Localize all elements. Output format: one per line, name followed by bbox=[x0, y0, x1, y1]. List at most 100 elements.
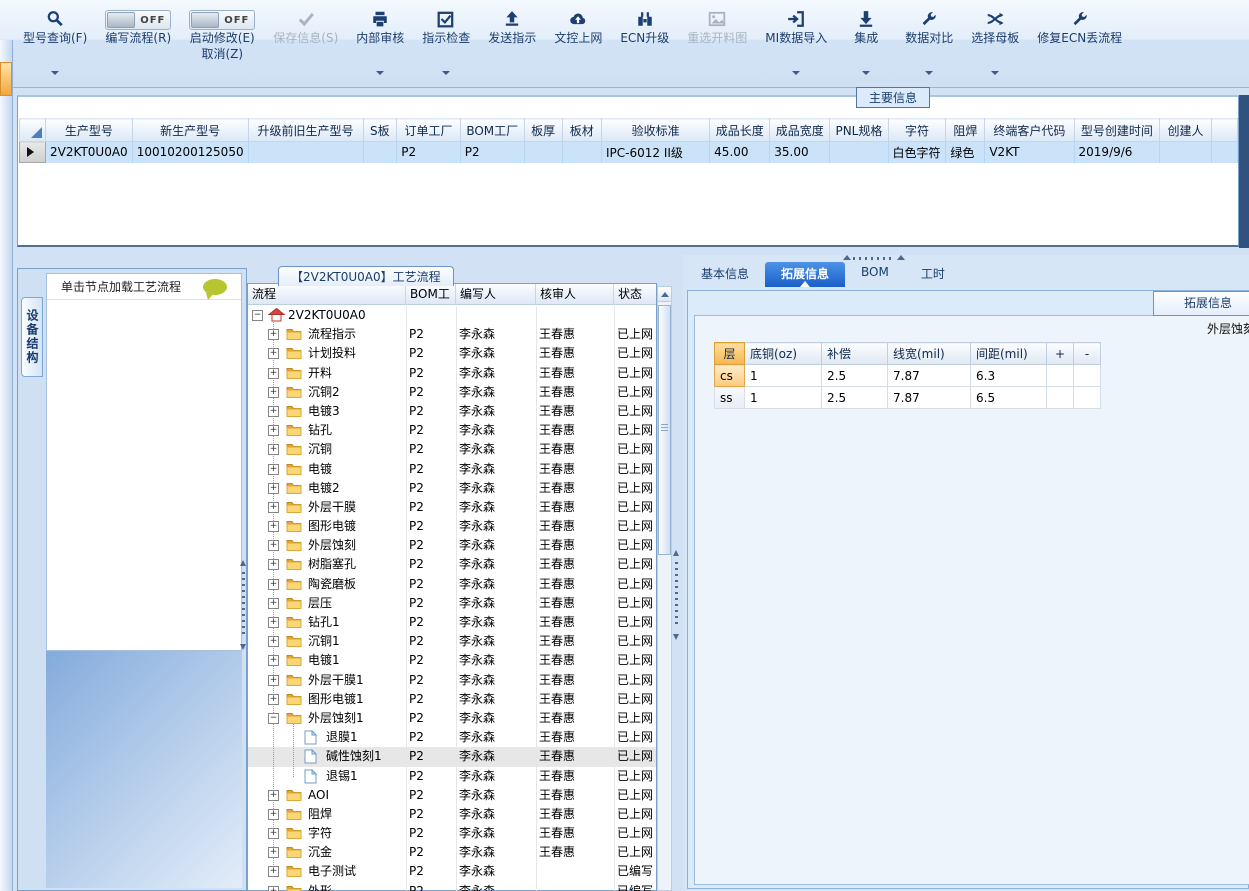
toggle-start-modify[interactable]: OFF bbox=[189, 10, 256, 30]
splitter-top[interactable] bbox=[843, 255, 905, 261]
tree-row[interactable]: + 计划投料 P2 李永森 王春惠 已上网 bbox=[248, 344, 656, 363]
expand-icon[interactable]: + bbox=[268, 386, 279, 398]
cell[interactable]: 7.87 bbox=[887, 364, 971, 387]
expand-icon[interactable]: + bbox=[268, 463, 279, 475]
expand-icon[interactable]: + bbox=[268, 425, 279, 437]
toolbar-button-start-modify[interactable]: OFF 启动修改(E) 取消(Z) bbox=[182, 4, 262, 85]
tree-row[interactable]: + 树脂塞孔 P2 李永森 王春惠 已上网 bbox=[248, 555, 656, 574]
dropdown-arrow-icon[interactable] bbox=[792, 71, 801, 75]
cell[interactable] bbox=[1159, 141, 1212, 163]
column-header[interactable]: PNL规格 bbox=[829, 118, 889, 142]
column-header[interactable]: 升级前旧生产型号 bbox=[247, 118, 364, 142]
tree-row[interactable]: + 外层干膜1 P2 李永森 王春惠 已上网 bbox=[248, 671, 656, 690]
expand-icon[interactable]: + bbox=[268, 405, 279, 417]
tree-column-header[interactable]: 流程 bbox=[248, 284, 406, 305]
layer-cell[interactable]: cs bbox=[714, 364, 745, 387]
tree-node-label[interactable]: 电镀2 bbox=[308, 480, 340, 497]
column-header[interactable]: 型号创建时间 bbox=[1073, 118, 1161, 142]
expand-icon[interactable]: + bbox=[268, 540, 279, 552]
toolbar-button-fix-ecn[interactable]: 修复ECN丢流程 bbox=[1030, 4, 1129, 85]
column-header[interactable]: 字符 bbox=[887, 118, 947, 142]
cell[interactable]: V2KT bbox=[984, 141, 1075, 163]
select-all-cell[interactable] bbox=[18, 118, 47, 142]
column-header[interactable]: 阻焊 bbox=[945, 118, 986, 142]
tab-工时[interactable]: 工时 bbox=[905, 262, 961, 287]
cell[interactable] bbox=[248, 141, 364, 163]
tree-row[interactable]: + 电镀 P2 李永森 王春惠 已上网 bbox=[248, 460, 656, 479]
tree-node-label[interactable]: 电镀 bbox=[308, 461, 332, 478]
docked-sidebar-strip[interactable] bbox=[0, 40, 13, 891]
expand-icon[interactable]: + bbox=[268, 348, 279, 360]
dropdown-arrow-icon[interactable] bbox=[442, 71, 451, 75]
collapse-icon[interactable]: − bbox=[268, 712, 279, 724]
toolbar-button-model-query[interactable]: 型号查询(F) bbox=[16, 4, 94, 85]
side-tab-extended-info[interactable]: 拓展信息 bbox=[1153, 291, 1249, 316]
toolbar-button-ecn-upgrade[interactable]: ECN升级 bbox=[613, 4, 676, 85]
tree-node-label[interactable]: 沉铜2 bbox=[308, 384, 340, 401]
tree-row[interactable]: + 开料 P2 李永森 王春惠 已上网 bbox=[248, 364, 656, 383]
tree-row[interactable]: + 层压 P2 李永森 王春惠 已上网 bbox=[248, 594, 656, 613]
tree-row[interactable]: + 图形电镀 P2 李永森 王春惠 已上网 bbox=[248, 517, 656, 536]
expand-icon[interactable]: + bbox=[268, 329, 279, 341]
cell[interactable]: 6.5 bbox=[970, 386, 1047, 409]
tree-row[interactable]: + 电镀3 P2 李永森 王春惠 已上网 bbox=[248, 402, 656, 421]
toolbar-button-doc-upload[interactable]: 文控上网 bbox=[547, 4, 609, 85]
toolbar-button-send-instruction[interactable]: 发送指示 bbox=[481, 4, 543, 85]
tree-node-label[interactable]: AOI bbox=[308, 787, 329, 804]
expand-icon[interactable]: + bbox=[268, 367, 279, 379]
layer-cell[interactable]: ss bbox=[714, 386, 745, 409]
tree-row[interactable]: + 字符 P2 李永森 王春惠 已上网 bbox=[248, 824, 656, 843]
expand-icon[interactable]: + bbox=[268, 636, 279, 648]
toolbar-button-mi-import[interactable]: MI数据导入 bbox=[758, 4, 834, 85]
tree-column-header[interactable]: 核审人 bbox=[536, 284, 614, 305]
column-header[interactable]: 新生产型号 bbox=[131, 118, 249, 142]
tree-node-label[interactable]: 钻孔 bbox=[308, 422, 332, 439]
tree-row[interactable]: 退锡1 P2 李永森 王春惠 已上网 bbox=[248, 767, 656, 786]
column-header[interactable]: 验收标准 bbox=[601, 118, 711, 142]
tree-node-label[interactable]: 开料 bbox=[308, 365, 332, 382]
tree-node-label[interactable]: 电镀3 bbox=[308, 403, 340, 420]
tree-row[interactable]: + 沉铜1 P2 李永森 王春惠 已上网 bbox=[248, 632, 656, 651]
flow-tree-scrollbar[interactable] bbox=[657, 286, 672, 891]
expand-icon[interactable]: + bbox=[268, 482, 279, 494]
cell[interactable] bbox=[1046, 386, 1074, 409]
column-header[interactable]: 板厚 bbox=[523, 118, 563, 142]
column-header[interactable]: S板 bbox=[362, 118, 398, 142]
tree-row[interactable]: + 外层干膜 P2 李永森 王春惠 已上网 bbox=[248, 498, 656, 517]
tree-node-label[interactable]: 流程指示 bbox=[308, 326, 356, 343]
splitter-left[interactable] bbox=[240, 560, 247, 650]
expand-icon[interactable]: + bbox=[268, 521, 279, 533]
tree-node-label[interactable]: 外形 bbox=[308, 883, 332, 891]
tree-node-label[interactable]: 钻孔1 bbox=[308, 614, 340, 631]
tab-BOM[interactable]: BOM bbox=[845, 262, 905, 287]
column-header[interactable]: 订单工厂 bbox=[396, 118, 461, 142]
expand-icon[interactable]: + bbox=[268, 808, 279, 820]
tree-column-header[interactable]: BOM工厂 bbox=[406, 284, 456, 305]
tree-row[interactable]: + 钻孔 P2 李永森 王春惠 已上网 bbox=[248, 421, 656, 440]
toolbar-button-write-flow[interactable]: OFF 编写流程(R) bbox=[98, 4, 178, 85]
tab-基本信息[interactable]: 基本信息 bbox=[685, 262, 765, 287]
main-info-row[interactable]: 2V2KT0U0A0 10010200125050 P2 P2 IPC-6012 II级… bbox=[18, 141, 1239, 163]
tree-row[interactable]: + 外形 P2 李永森 已编写 bbox=[248, 882, 656, 891]
tree-row[interactable]: + 电镀2 P2 李永森 王春惠 已上网 bbox=[248, 479, 656, 498]
tree-row[interactable]: + 沉铜2 P2 李永森 王春惠 已上网 bbox=[248, 383, 656, 402]
cell[interactable] bbox=[363, 141, 398, 163]
cell[interactable] bbox=[524, 141, 563, 163]
tab-device-structure[interactable]: 设备结构 bbox=[21, 297, 43, 377]
expand-icon[interactable]: + bbox=[268, 693, 279, 705]
tree-node-label[interactable]: 退锡1 bbox=[326, 768, 358, 785]
toolbar-button-data-compare[interactable]: 数据对比 bbox=[898, 4, 960, 85]
tree-node-label[interactable]: 图形电镀1 bbox=[308, 691, 364, 708]
collapse-icon[interactable]: − bbox=[252, 310, 263, 321]
tree-node-label[interactable]: 沉金 bbox=[308, 844, 332, 861]
toolbar-button-instruction-check[interactable]: 指示检查 bbox=[415, 4, 477, 85]
tree-node-label[interactable]: 阻焊 bbox=[308, 806, 332, 823]
toolbar-button-integrate[interactable]: 集成 bbox=[838, 4, 894, 85]
tree-node-label[interactable]: 电镀1 bbox=[308, 652, 340, 669]
cell[interactable]: 2019/9/6 bbox=[1074, 141, 1161, 163]
cell[interactable]: 绿色 bbox=[945, 141, 986, 163]
tree-column-header[interactable]: 状态 bbox=[614, 284, 658, 305]
tree-row[interactable]: 碱性蚀刻1 P2 李永森 王春惠 已上网 bbox=[248, 747, 656, 767]
cell[interactable]: P2 bbox=[396, 141, 461, 163]
tree-node-label[interactable]: 2V2KT0U0A0 bbox=[288, 307, 366, 324]
